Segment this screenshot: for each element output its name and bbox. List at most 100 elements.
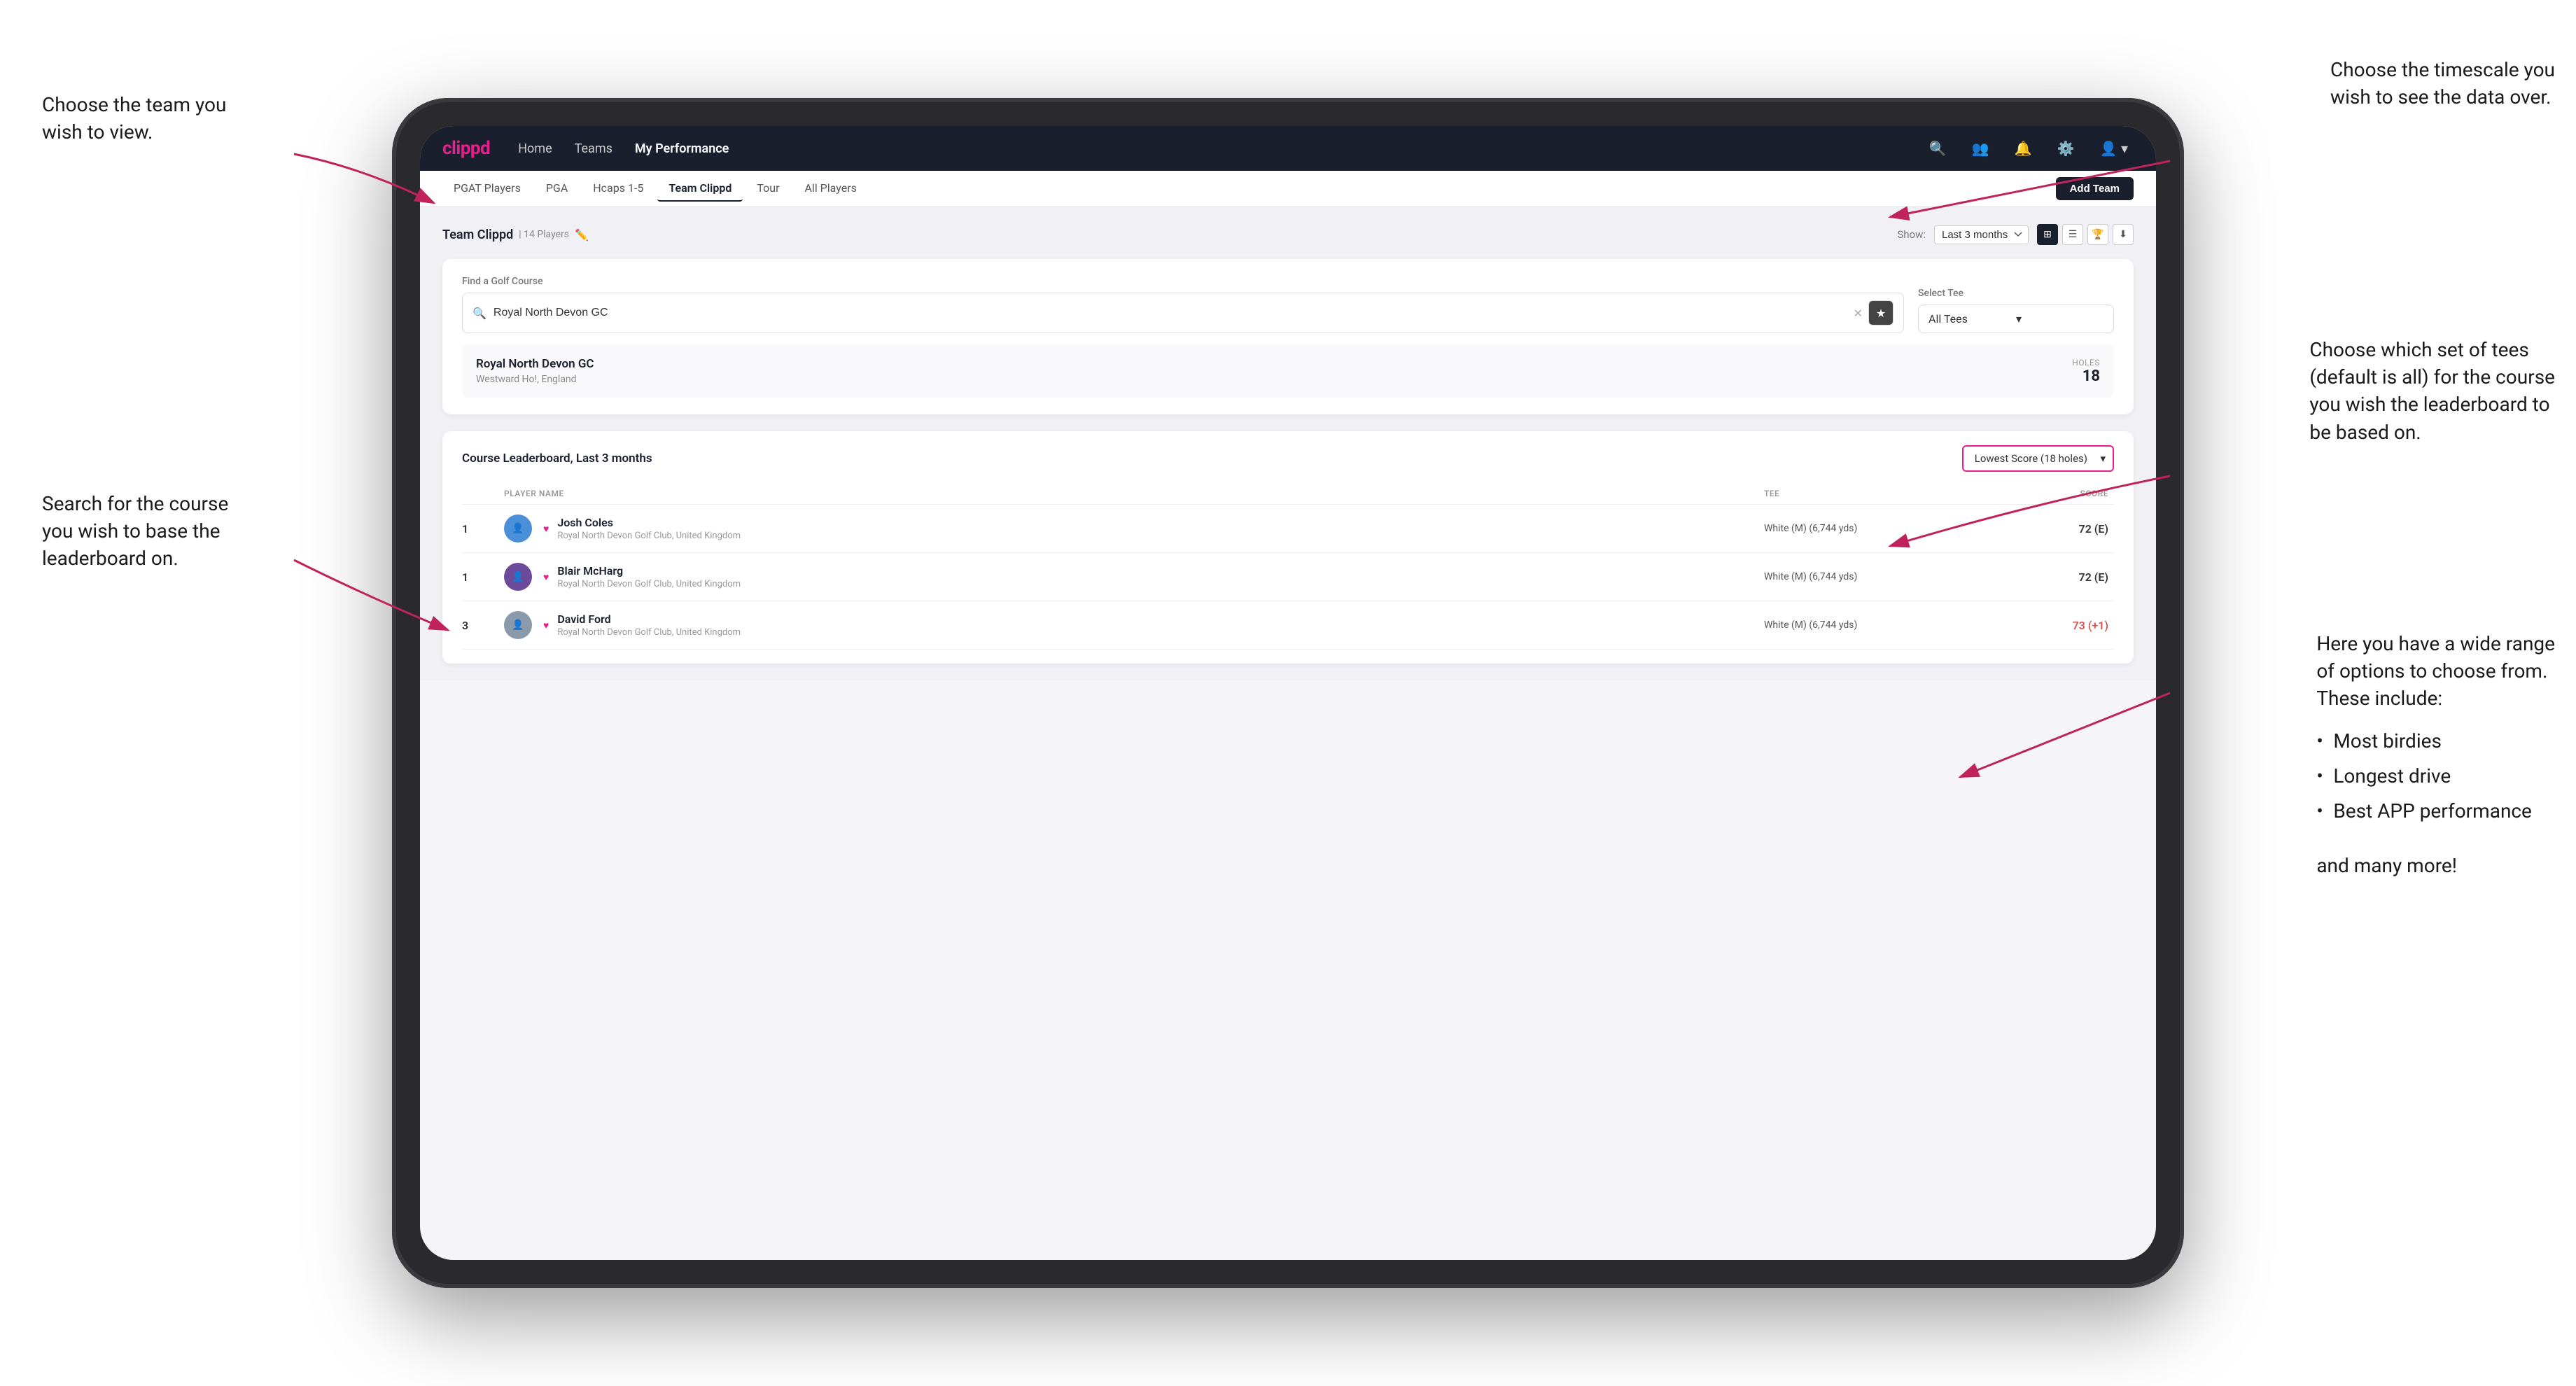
notification-icon-btn[interactable]: 🔔 [2009,137,2038,160]
leaderboard-title: Course Leaderboard, Last 3 months [462,451,652,465]
player-1: 👤 ♥ Josh Coles Royal North Devon Golf Cl… [504,514,1764,542]
player-name-3: David Ford [557,612,741,626]
nav-home[interactable]: Home [518,141,552,156]
avatar-bm: 👤 [504,563,532,591]
course-location: Westward Ho!, England [476,374,594,385]
col-player: PLAYER NAME [504,489,1764,498]
time-select[interactable]: Last 3 months [1934,225,2029,244]
sub-nav: PGAT Players PGA Hcaps 1-5 Team Clippd T… [420,171,2156,207]
heart-icon-3: ♥ [543,620,549,631]
avatar-jc: 👤 [504,514,532,542]
player-info-3: David Ford Royal North Devon Golf Club, … [557,612,741,638]
nav-icons: 🔍 👥 🔔 ⚙️ 👤 ▾ [1924,137,2134,160]
course-name: Royal North Devon GC [476,357,594,371]
find-course-label: Find a Golf Course [462,276,1904,287]
sub-nav-pgat[interactable]: PGAT Players [442,176,532,202]
annotation-mid-right: Choose which set of tees(default is all)… [2309,336,2555,446]
course-search-input[interactable] [493,307,1848,319]
leaderboard-card: Course Leaderboard, Last 3 months Lowest… [442,431,2134,664]
grid-view-icon[interactable]: ⊞ [2037,224,2058,245]
options-list: Most birdies Longest drive Best APP perf… [2316,724,2555,830]
player-info-1: Josh Coles Royal North Devon Golf Club, … [557,516,741,541]
player-info-2: Blair McHarg Royal North Devon Golf Club… [557,564,741,589]
and-more-text: and many more! [2316,852,2555,879]
view-icons: ⊞ ☰ 🏆 ⬇ [2037,224,2134,245]
nav-bar: clippd Home Teams My Performance 🔍 👥 🔔 ⚙… [420,126,2156,171]
sub-nav-pga[interactable]: PGA [535,176,579,202]
search-row: Find a Golf Course 🔍 ✕ ★ Select Tee All … [462,276,2114,333]
tablet-frame: clippd Home Teams My Performance 🔍 👥 🔔 ⚙… [392,98,2184,1288]
add-team-button[interactable]: Add Team [2056,177,2134,200]
nav-teams[interactable]: Teams [575,141,612,156]
download-icon[interactable]: ⬇ [2113,224,2134,245]
annotation-top-right: Choose the timescale youwish to see the … [2330,56,2555,111]
col-score: SCORE [1974,489,2114,498]
edit-icon[interactable]: ✏️ [575,228,589,241]
team-header: Team Clippd | 14 Players ✏️ Show: Last 3… [442,224,2134,245]
option-drive: Longest drive [2316,759,2555,794]
rank-1: 1 [462,522,504,536]
rank-2: 1 [462,570,504,584]
player-name-2: Blair McHarg [557,564,741,578]
search-card: Find a Golf Course 🔍 ✕ ★ Select Tee All … [442,259,2134,414]
holes-label: Holes [2072,358,2100,368]
tee-value: All Tees [1928,312,2016,326]
player-name-1: Josh Coles [557,516,741,529]
score-2: 72 (E) [1974,570,2114,584]
col-rank [462,489,504,498]
search-icon-btn[interactable]: 🔍 [1924,137,1952,160]
player-club-2: Royal North Devon Golf Club, United King… [557,579,741,589]
select-tee-label: Select Tee [1918,288,2114,299]
score-1: 72 (E) [1974,522,2114,536]
table-row: 3 👤 ♥ David Ford Royal North Devon Golf … [462,601,2114,650]
app-logo: clippd [442,138,490,159]
nav-my-performance[interactable]: My Performance [635,141,729,156]
table-row: 1 👤 ♥ Blair McHarg Royal North Devon Gol… [462,553,2114,601]
heart-icon-2: ♥ [543,571,549,583]
sub-nav-items: PGAT Players PGA Hcaps 1-5 Team Clippd T… [442,176,2056,202]
player-3: 👤 ♥ David Ford Royal North Devon Golf Cl… [504,611,1764,639]
star-button[interactable]: ★ [1868,300,1893,326]
annotation-mid-left: Search for the courseyou wish to base th… [42,490,228,573]
clear-icon[interactable]: ✕ [1854,307,1863,320]
sub-nav-tour[interactable]: Tour [746,176,790,202]
nav-links: Home Teams My Performance [518,141,1924,156]
tee-2: White (M) (6,744 yds) [1764,571,1974,582]
chevron-down-icon: ▾ [2016,312,2104,326]
settings-icon-btn[interactable]: ⚙️ [2052,137,2080,160]
annotation-top-left: Choose the team you wish to view. [42,91,266,146]
table-row: 1 👤 ♥ Josh Coles Royal North Devon Golf … [462,505,2114,553]
annotation-bottom-right: Here you have a wide rangeof options to … [2316,630,2555,879]
tee-select-wrapper[interactable]: All Tees ▾ [1918,304,2114,333]
people-icon-btn[interactable]: 👥 [1966,137,1995,160]
option-birdies: Most birdies [2316,724,2555,759]
tablet-screen: clippd Home Teams My Performance 🔍 👥 🔔 ⚙… [420,126,2156,1260]
col-tee: TEE [1764,489,1974,498]
player-club-3: Royal North Devon Golf Club, United King… [557,627,741,638]
leaderboard-header: Course Leaderboard, Last 3 months Lowest… [462,445,2114,472]
rank-3: 3 [462,619,504,632]
sub-nav-all-players[interactable]: All Players [793,176,867,202]
show-controls: Show: Last 3 months ⊞ ☰ 🏆 ⬇ [1897,224,2134,245]
avatar-df: 👤 [504,611,532,639]
team-player-count: | 14 Players [519,229,569,240]
tee-field: Select Tee All Tees ▾ [1918,288,2114,333]
sub-nav-team-clippd[interactable]: Team Clippd [657,176,743,202]
list-view-icon[interactable]: ☰ [2062,224,2083,245]
score-3: 73 (+1) [1974,619,2114,632]
search-input-wrapper: 🔍 ✕ ★ [462,293,1904,333]
player-club-1: Royal North Devon Golf Club, United King… [557,531,741,541]
search-icon: 🔍 [472,307,486,320]
heart-icon-1: ♥ [543,523,549,535]
search-field: Find a Golf Course 🔍 ✕ ★ [462,276,1904,333]
course-info: Royal North Devon GC Westward Ho!, Engla… [476,357,594,385]
holes-box: Holes 18 [2072,358,2100,385]
tee-3: White (M) (6,744 yds) [1764,620,1974,631]
player-2: 👤 ♥ Blair McHarg Royal North Devon Golf … [504,563,1764,591]
sub-nav-hcaps[interactable]: Hcaps 1-5 [582,176,654,202]
option-app: Best APP performance [2316,794,2555,829]
profile-icon-btn[interactable]: 👤 ▾ [2094,137,2134,160]
score-type-select[interactable]: Lowest Score (18 holes) ▾ [1962,445,2114,472]
show-label: Show: [1897,228,1926,241]
trophy-icon[interactable]: 🏆 [2087,224,2108,245]
